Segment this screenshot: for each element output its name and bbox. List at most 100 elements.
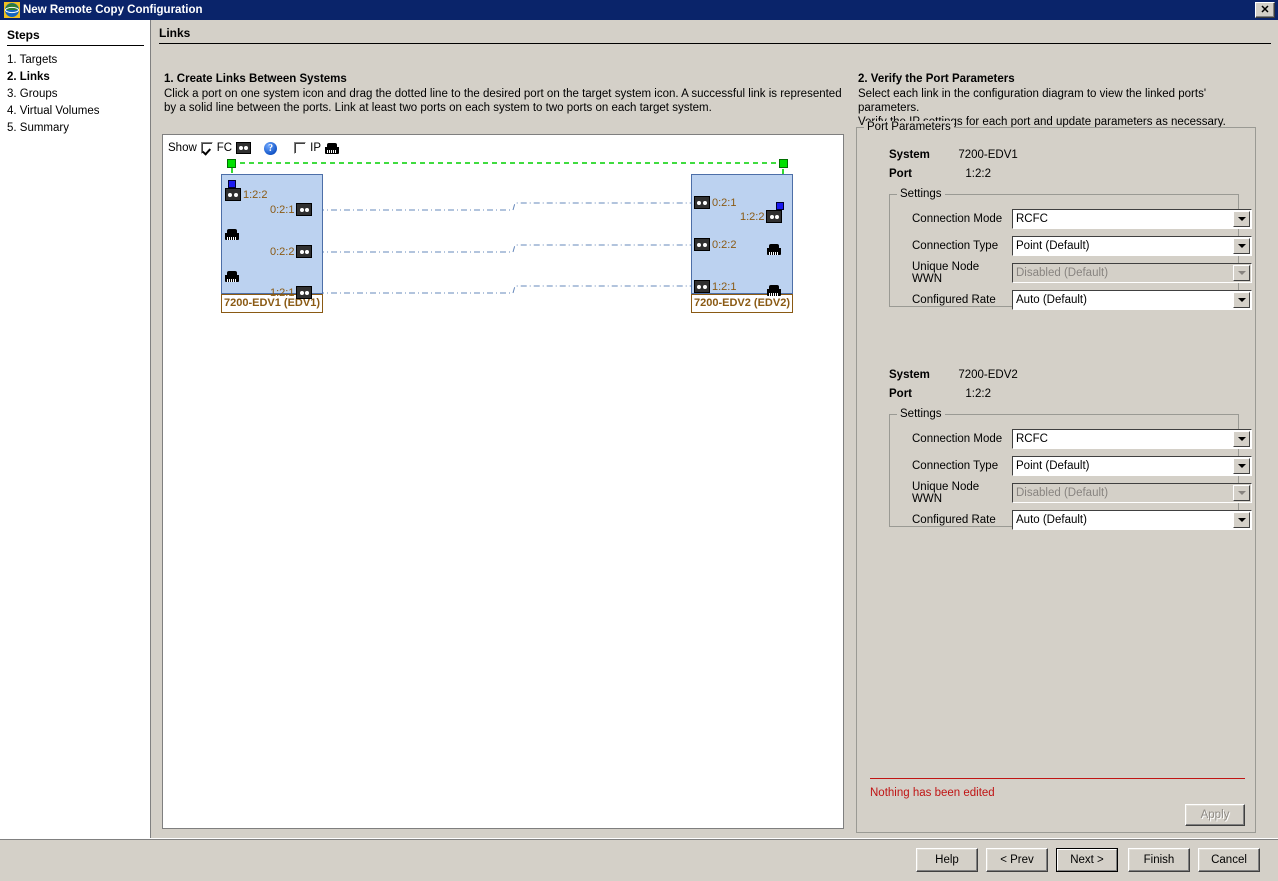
help-button[interactable]: Help	[916, 848, 978, 872]
dropdown-value: RCFC	[1016, 213, 1048, 225]
prev-button[interactable]: < Prev	[986, 848, 1048, 872]
connection-mode-dropdown-2[interactable]: RCFC	[1012, 429, 1252, 449]
sidebar-item-summary[interactable]: 5. Summary	[7, 120, 147, 137]
port-label: 0:2:2	[712, 238, 737, 251]
ip-port-icon	[225, 271, 241, 283]
create-links-description: Click a port on one system icon and drag…	[164, 88, 842, 114]
field-connection-mode-2: Connection Mode RCFC	[912, 429, 1252, 449]
ip-label: IP	[310, 142, 321, 154]
fc-port-icon	[694, 196, 710, 209]
system-row-2: System 7200-EDV2	[889, 369, 1018, 381]
dropdown-value: Point (Default)	[1016, 460, 1090, 472]
sidebar-item-targets[interactable]: 1. Targets	[7, 52, 147, 69]
port-label-1: Port	[889, 168, 912, 180]
sidebar-item-virtual-volumes[interactable]: 4. Virtual Volumes	[7, 103, 147, 120]
port-node-edv1-ip-1[interactable]	[225, 229, 241, 241]
system-row-1: System 7200-EDV1	[889, 149, 1018, 161]
chevron-down-icon	[1233, 485, 1250, 501]
chevron-down-icon[interactable]	[1233, 211, 1250, 227]
finish-button[interactable]: Finish	[1128, 848, 1190, 872]
chevron-down-icon[interactable]	[1233, 458, 1250, 474]
port-node-edv1-ip-2[interactable]	[225, 271, 241, 283]
steps-sidebar: Steps 1. Targets 2. Links 3. Groups 4. V…	[0, 20, 151, 838]
fc-label: FC	[216, 142, 233, 154]
selected-port-marker-edv1	[228, 180, 236, 188]
link-handle-green-right[interactable]	[779, 159, 788, 168]
status-divider	[870, 778, 1245, 779]
verify-ports-title: 2. Verify the Port Parameters	[858, 73, 1015, 85]
connection-type-dropdown-1[interactable]: Point (Default)	[1012, 236, 1252, 256]
help-icon[interactable]: ?	[264, 141, 278, 155]
sidebar-item-links[interactable]: 2. Links	[7, 69, 147, 86]
show-label: Show	[168, 142, 197, 154]
system-value-1: 7200-EDV1	[958, 149, 1018, 161]
configured-rate-dropdown-2[interactable]: Auto (Default)	[1012, 510, 1252, 530]
port-node-edv2-1-2-1[interactable]: 1:2:1	[694, 280, 736, 293]
dropdown-value: Disabled (Default)	[1016, 267, 1109, 279]
system-box-edv2[interactable]	[691, 174, 793, 294]
port-row-1: Port 1:2:2	[889, 168, 991, 180]
ip-port-icon	[325, 142, 339, 154]
fc-port-icon	[225, 188, 241, 201]
window-title: New Remote Copy Configuration	[23, 4, 203, 16]
unique-node-wwn-dropdown-1: Disabled (Default)	[1012, 263, 1252, 283]
window-titlebar: New Remote Copy Configuration ✕	[0, 0, 1278, 20]
field-label: Connection Type	[912, 460, 999, 472]
next-button-label: Next >	[1057, 849, 1117, 871]
port-node-edv2-ip-1[interactable]	[767, 244, 783, 256]
port-node-edv2-0-2-1[interactable]: 0:2:1	[694, 196, 736, 209]
port-node-edv1-1-2-2[interactable]: 1:2:2	[225, 188, 267, 201]
dropdown-value: Auto (Default)	[1016, 514, 1087, 526]
field-label: Unique Node WWN	[912, 481, 980, 505]
chevron-down-icon[interactable]	[1233, 512, 1250, 528]
field-unique-node-wwn-1: Unique Node WWN Disabled (Default)	[912, 261, 1252, 285]
port-node-edv2-ip-2[interactable]	[767, 285, 783, 297]
port-node-edv1-0-2-1[interactable]: 0:2:1	[270, 203, 313, 216]
field-label: Configured Rate	[912, 514, 996, 526]
chevron-down-icon[interactable]	[1233, 238, 1250, 254]
port-node-edv1-0-2-2[interactable]: 0:2:2	[270, 245, 313, 258]
field-label: Configured Rate	[912, 294, 996, 306]
field-label: Unique Node WWN	[912, 261, 980, 285]
settings-group-1: Settings Connection Mode RCFC Connection…	[889, 188, 1252, 310]
dialog-content: Steps 1. Targets 2. Links 3. Groups 4. V…	[0, 20, 1278, 838]
close-icon[interactable]: ✕	[1255, 2, 1275, 18]
apply-button[interactable]: Apply	[1185, 804, 1245, 826]
field-label: Connection Mode	[912, 213, 1003, 225]
port-label: 1:2:1	[712, 280, 737, 293]
port-label: 0:2:1	[270, 203, 295, 216]
port-label: 1:2:2	[243, 188, 268, 201]
ip-checkbox[interactable]	[294, 142, 307, 154]
verify-ports-description-1: Select each link in the configuration di…	[858, 88, 1207, 114]
port-label-2: Port	[889, 388, 912, 400]
create-links-pane: 1. Create Links Between Systems Click a …	[162, 73, 848, 833]
field-configured-rate-1: Configured Rate Auto (Default)	[912, 290, 1252, 310]
port-node-edv2-1-2-2[interactable]: 1:2:2	[740, 210, 783, 223]
port-label: 0:2:1	[712, 196, 737, 209]
settings-group-title-2: Settings	[897, 408, 945, 420]
dropdown-value: RCFC	[1016, 433, 1048, 445]
chevron-down-icon[interactable]	[1233, 292, 1250, 308]
link-configuration-diagram[interactable]: Show FC ? IP 7200-EDV1 (EDV1) 1:2:2 0:2:…	[162, 134, 844, 829]
port-parameters-group: Port Parameters System 7200-EDV1 Port 1:…	[856, 121, 1256, 833]
footer-divider	[0, 839, 1278, 840]
link-handle-green-left[interactable]	[227, 159, 236, 168]
sidebar-item-groups[interactable]: 3. Groups	[7, 86, 147, 103]
field-configured-rate-2: Configured Rate Auto (Default)	[912, 510, 1252, 530]
steps-list: 1. Targets 2. Links 3. Groups 4. Virtual…	[7, 52, 147, 137]
fc-checkbox[interactable]	[200, 142, 213, 154]
fc-port-icon	[296, 286, 313, 299]
configured-rate-dropdown-1[interactable]: Auto (Default)	[1012, 290, 1252, 310]
status-message: Nothing has been edited	[870, 787, 995, 799]
cancel-button[interactable]: Cancel	[1198, 848, 1260, 872]
port-node-edv1-1-2-1[interactable]: 1:2:1	[270, 286, 313, 299]
fc-port-icon	[694, 238, 710, 251]
chevron-down-icon[interactable]	[1233, 431, 1250, 447]
connection-type-dropdown-2[interactable]: Point (Default)	[1012, 456, 1252, 476]
connection-mode-dropdown-1[interactable]: RCFC	[1012, 209, 1252, 229]
fc-port-icon	[296, 203, 313, 216]
ip-port-icon	[225, 229, 241, 241]
diagram-filter-bar: Show FC ? IP	[168, 140, 339, 156]
port-node-edv2-0-2-2[interactable]: 0:2:2	[694, 238, 736, 251]
next-button[interactable]: Next >	[1056, 848, 1118, 872]
